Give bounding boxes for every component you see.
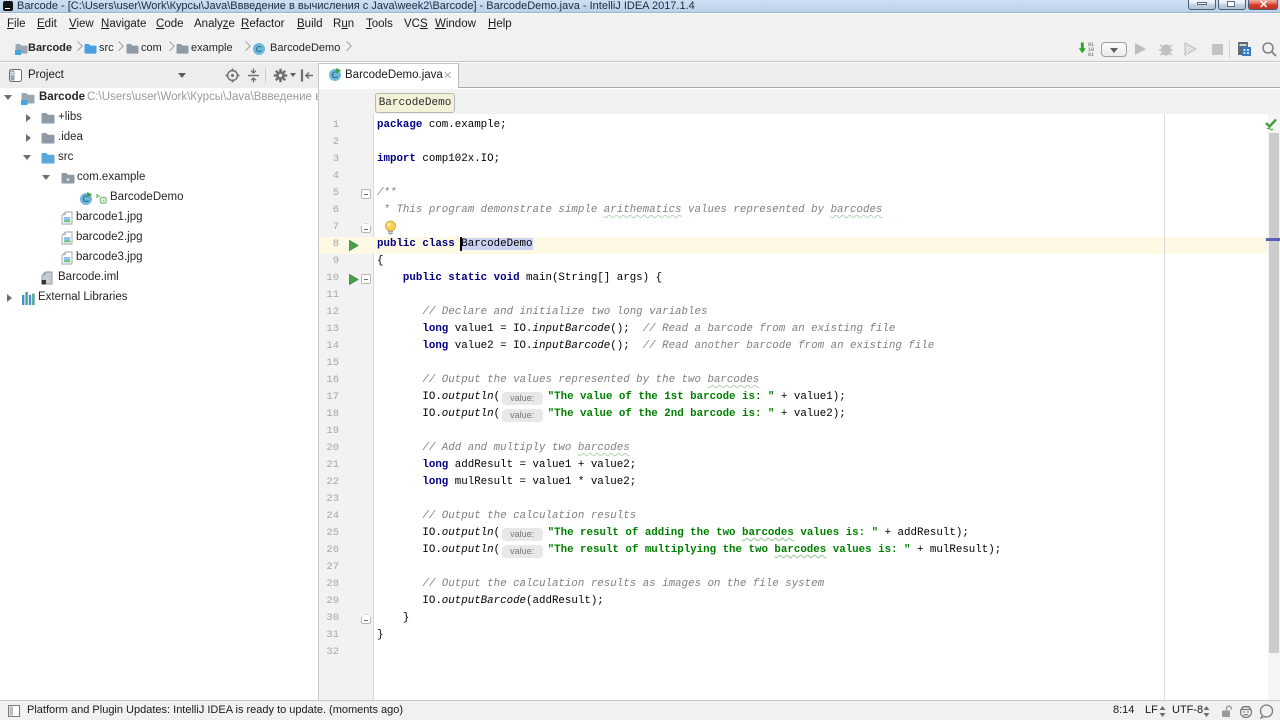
svg-text:C: C <box>256 44 262 54</box>
svg-text:01: 01 <box>1088 52 1094 58</box>
